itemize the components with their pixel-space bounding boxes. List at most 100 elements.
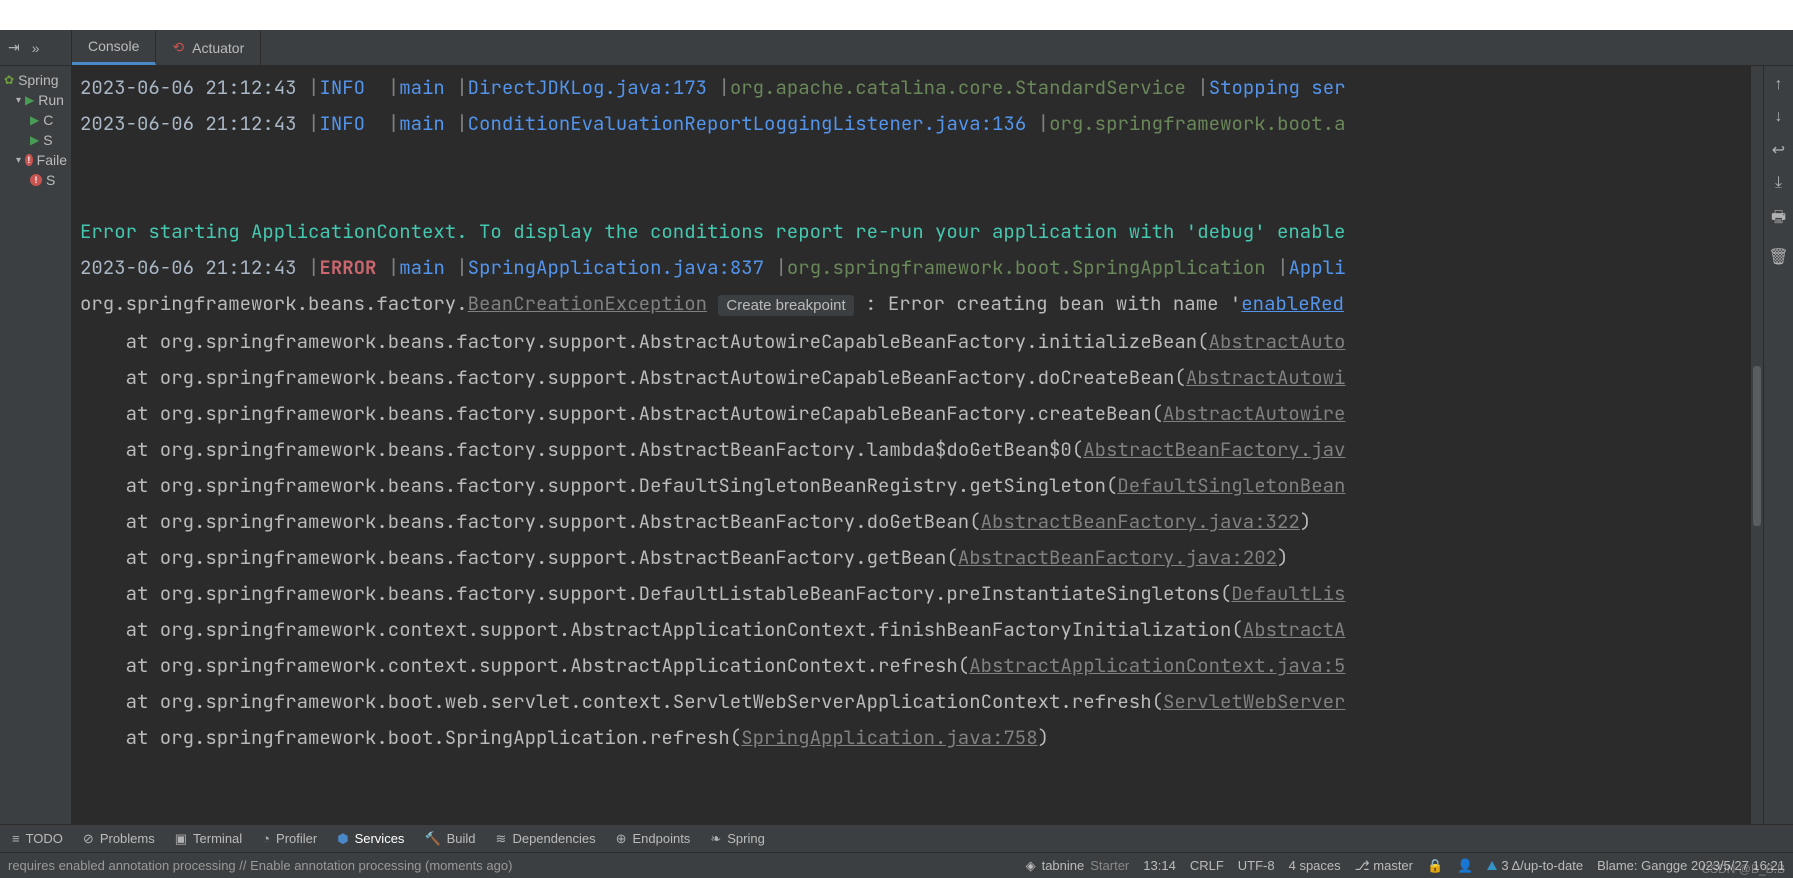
tree-running-label: Run <box>38 92 64 108</box>
vertical-scrollbar[interactable] <box>1751 66 1763 824</box>
stack-trace: at org.springframework.beans.factory.sup… <box>80 324 1743 756</box>
scroll-up-icon[interactable]: ↑ <box>1775 76 1783 94</box>
error-icon: ! <box>30 174 42 186</box>
stack-icon: ≋ <box>496 831 507 847</box>
spring-icon: ✿ <box>4 73 14 87</box>
tab-console-label: Console <box>88 38 139 54</box>
source-link[interactable]: AbstractAuto <box>1209 329 1346 354</box>
tool-services[interactable]: ⬢Services <box>337 831 404 847</box>
source-link[interactable]: AbstractBeanFactory.jav <box>1083 437 1345 462</box>
source-link[interactable]: DefaultLis <box>1231 581 1345 606</box>
content-area: Console ⟲ Actuator 2023-06-06 21:12:43 |… <box>72 30 1793 824</box>
source-link[interactable]: ServletWebServer <box>1163 689 1345 714</box>
exception-line: org.springframework.beans.factory.BeanCr… <box>80 286 1743 324</box>
tab-console[interactable]: Console <box>72 30 156 65</box>
left-toolbar: ⇥ » <box>0 30 71 66</box>
create-breakpoint-hint[interactable]: Create breakpoint <box>718 295 853 316</box>
error-banner: Error starting ApplicationContext. To di… <box>80 214 1743 250</box>
actuator-icon: ⟲ <box>172 39 184 56</box>
hammer-icon: 🔨 <box>424 831 440 847</box>
lock-icon[interactable]: 🔒 <box>1427 858 1443 874</box>
source-link[interactable]: AbstractApplicationContext.java:5 <box>969 653 1345 678</box>
tool-profiler[interactable]: ◔Profiler <box>262 831 317 846</box>
left-services-panel: ⇥ » ✿ Spring ▾ ▶ Run ▶ C ▶ S ▾ ! <box>0 30 72 824</box>
tool-problems[interactable]: ⊘Problems <box>83 831 155 847</box>
warning-icon: ⊘ <box>83 831 94 847</box>
play-icon: ▶ <box>25 93 34 107</box>
stack-frame: at org.springframework.context.support.A… <box>80 612 1743 648</box>
tree-item-s[interactable]: ▶ S <box>0 130 71 150</box>
source-link[interactable]: AbstractAutowi <box>1186 365 1346 390</box>
expand-icon[interactable]: » <box>32 40 40 56</box>
source-link[interactable]: AbstractBeanFactory.java:322 <box>981 509 1300 534</box>
indent-widget[interactable]: 4 spaces <box>1289 858 1341 873</box>
tool-dependencies[interactable]: ≋Dependencies <box>496 831 596 847</box>
top-white-strip <box>0 0 1793 30</box>
scrollbar-thumb[interactable] <box>1753 366 1761 526</box>
console-tabs: Console ⟲ Actuator <box>72 30 1793 66</box>
log-line-error: 2023-06-06 21:12:43 |ERROR |main |Spring… <box>80 250 1743 286</box>
tool-terminal[interactable]: ▣Terminal <box>175 831 242 847</box>
stack-frame: at org.springframework.beans.factory.sup… <box>80 432 1743 468</box>
tree-item-s-label: S <box>43 132 52 148</box>
file-encoding[interactable]: UTF-8 <box>1238 858 1275 873</box>
stack-frame: at org.springframework.boot.SpringApplic… <box>80 720 1743 756</box>
git-branch[interactable]: ⎇ master <box>1355 858 1413 874</box>
log-line: 2023-06-06 21:12:43 |INFO |main |Conditi… <box>80 106 1743 142</box>
terminal-icon: ▣ <box>175 831 187 847</box>
console-wrap: 2023-06-06 21:12:43 |INFO |main |DirectJ… <box>72 66 1793 824</box>
tree-root-label: Spring <box>18 72 58 88</box>
tree-failed-item-label: S <box>46 172 55 188</box>
tool-build[interactable]: 🔨Build <box>424 831 475 847</box>
main-area: ⇥ » ✿ Spring ▾ ▶ Run ▶ C ▶ S ▾ ! <box>0 30 1793 824</box>
branch-icon: ⎇ <box>1355 858 1370 873</box>
run-tree: ✿ Spring ▾ ▶ Run ▶ C ▶ S ▾ ! Faile <box>0 66 71 194</box>
stack-frame: at org.springframework.beans.factory.sup… <box>80 504 1743 540</box>
console-output[interactable]: 2023-06-06 21:12:43 |INFO |main |DirectJ… <box>72 66 1751 824</box>
play-icon: ▶ <box>30 113 39 127</box>
tree-failed-label: Faile <box>37 152 67 168</box>
tool-endpoints[interactable]: ⊕Endpoints <box>616 831 691 847</box>
clear-icon[interactable]: 🗑 <box>1768 247 1788 267</box>
list-icon: ≡ <box>12 831 20 846</box>
source-link[interactable]: SpringApplication.java:758 <box>741 725 1037 750</box>
status-message[interactable]: requires enabled annotation processing /… <box>8 858 1012 873</box>
print-icon[interactable]: 🖶 <box>1771 206 1786 233</box>
delta-widget[interactable]: 3 Δ/up-to-date <box>1487 858 1583 873</box>
caret-position[interactable]: 13:14 <box>1143 858 1176 873</box>
services-icon: ⬢ <box>337 831 348 847</box>
stack-frame: at org.springframework.beans.factory.sup… <box>80 540 1743 576</box>
line-separator[interactable]: CRLF <box>1190 858 1224 873</box>
scroll-to-end-icon[interactable]: ⤓ <box>1775 174 1782 192</box>
tree-failed-item[interactable]: ! S <box>0 170 71 190</box>
stack-frame: at org.springframework.beans.factory.sup… <box>80 468 1743 504</box>
tool-todo[interactable]: ≡TODO <box>12 831 63 846</box>
tree-failed[interactable]: ▾ ! Faile <box>0 150 71 170</box>
tree-spring-root[interactable]: ✿ Spring <box>0 70 71 90</box>
bean-name-link[interactable]: enableRed <box>1241 291 1344 316</box>
collapse-icon[interactable]: ⇥ <box>8 39 20 56</box>
scroll-down-icon[interactable]: ↓ <box>1775 108 1783 126</box>
stack-frame: at org.springframework.context.support.A… <box>80 648 1743 684</box>
tree-running[interactable]: ▾ ▶ Run <box>0 90 71 110</box>
exception-class-link[interactable]: BeanCreationException <box>468 291 707 316</box>
source-link[interactable]: DefaultSingletonBean <box>1117 473 1345 498</box>
bottom-tool-windows: ≡TODO ⊘Problems ▣Terminal ◔Profiler ⬢Ser… <box>0 824 1793 852</box>
triangle-icon <box>1487 861 1497 870</box>
stack-frame: at org.springframework.boot.web.servlet.… <box>80 684 1743 720</box>
soft-wrap-icon[interactable]: ↩ <box>1772 140 1785 160</box>
git-blame[interactable]: Blame: Gangge 2023/5/27 16:21 <box>1597 858 1785 873</box>
error-icon: ! <box>25 154 33 166</box>
tab-actuator[interactable]: ⟲ Actuator <box>156 30 261 65</box>
stack-frame: at org.springframework.beans.factory.sup… <box>80 396 1743 432</box>
tabnine-icon: ◈ <box>1026 858 1036 874</box>
play-icon: ▶ <box>30 133 39 147</box>
tree-item-c[interactable]: ▶ C <box>0 110 71 130</box>
tabnine-widget[interactable]: ◈ tabnine Starter <box>1026 858 1130 874</box>
source-link[interactable]: AbstractA <box>1243 617 1346 642</box>
inspection-icon[interactable]: 👤 <box>1457 858 1473 874</box>
tool-spring[interactable]: ❧Spring <box>710 831 764 847</box>
source-link[interactable]: AbstractAutowire <box>1163 401 1345 426</box>
profiler-icon: ◔ <box>262 831 270 846</box>
source-link[interactable]: AbstractBeanFactory.java:202 <box>958 545 1277 570</box>
